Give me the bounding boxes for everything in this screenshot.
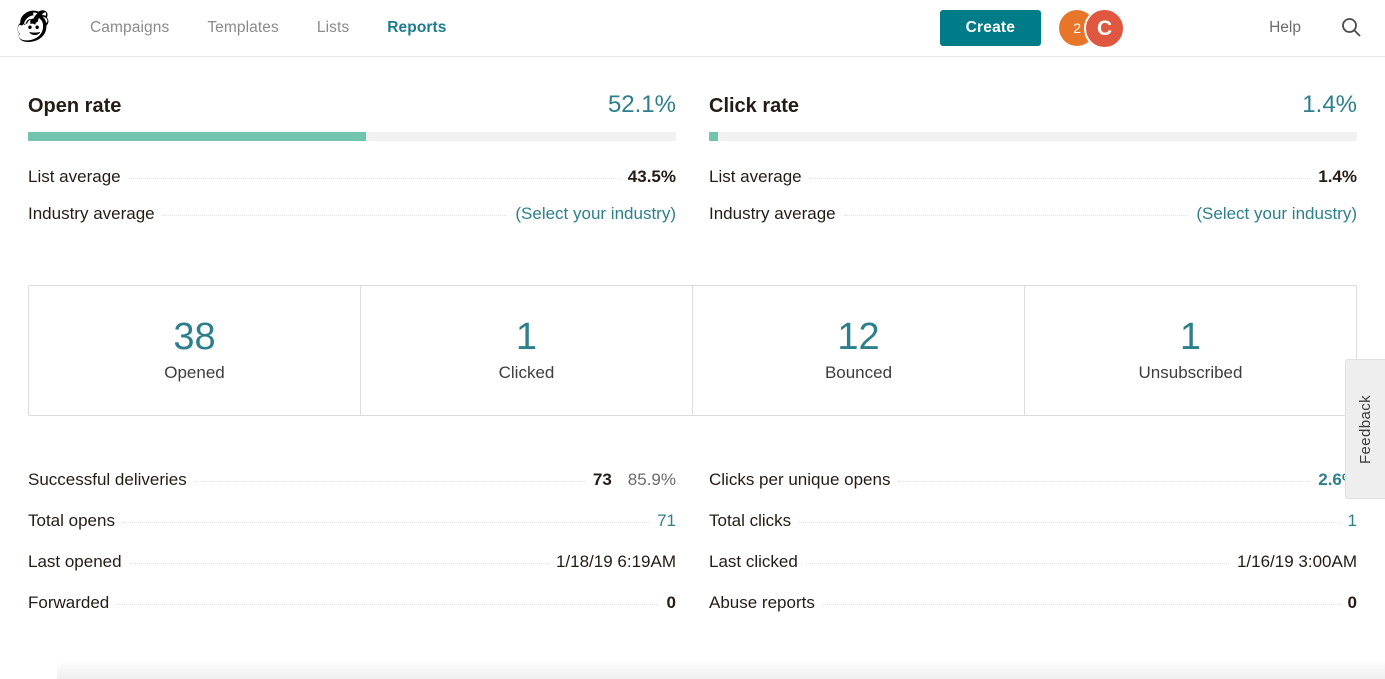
click-details-list: Clicks per unique opens 2.6% Total click…	[709, 460, 1357, 624]
footer-bar	[57, 662, 1385, 679]
stats-summary-row: 38 Opened 1 Clicked 12 Bounced 1 Unsubsc…	[28, 285, 1357, 416]
detail-value[interactable]: 71	[657, 511, 676, 531]
report-content: Open rate 52.1% List average 43.5% Indus…	[0, 91, 1385, 624]
header-actions: Create 2 C Help	[940, 8, 1385, 48]
detail-row-total-opens: Total opens 71	[28, 501, 676, 542]
details-section: Successful deliveries 73 85.9% Total ope…	[28, 460, 1357, 624]
top-navigation-bar: Campaigns Templates Lists Reports Create…	[0, 0, 1385, 57]
industry-average-label: Industry average	[709, 204, 836, 224]
open-details-list: Successful deliveries 73 85.9% Total ope…	[28, 460, 676, 624]
dot-leader	[823, 604, 1340, 605]
list-average-row: List average 43.5%	[28, 159, 676, 196]
feedback-tab[interactable]: Feedback	[1345, 359, 1385, 499]
nav-item-templates[interactable]: Templates	[207, 19, 279, 37]
industry-average-row: Industry average (Select your industry)	[28, 196, 676, 233]
detail-label: Total opens	[28, 511, 115, 531]
detail-label: Clicks per unique opens	[709, 470, 890, 490]
detail-row-last-clicked: Last clicked 1/16/19 3:00AM	[709, 542, 1357, 583]
open-rate-panel: Open rate 52.1% List average 43.5% Indus…	[28, 91, 676, 233]
dot-leader	[129, 178, 620, 179]
stat-label: Opened	[164, 363, 225, 383]
nav-item-campaigns[interactable]: Campaigns	[90, 19, 169, 37]
dot-leader	[117, 604, 658, 605]
list-average-value: 43.5%	[628, 167, 676, 187]
detail-value: 1/18/19 6:19AM	[556, 552, 676, 572]
click-rate-progress-track	[709, 132, 1357, 141]
detail-row-forwarded: Forwarded 0	[28, 583, 676, 624]
select-industry-link[interactable]: (Select your industry)	[1196, 204, 1357, 224]
industry-average-row: Industry average (Select your industry)	[709, 196, 1357, 233]
avatar[interactable]: C	[1084, 8, 1125, 49]
detail-row-abuse-reports: Abuse reports 0	[709, 583, 1357, 624]
create-button[interactable]: Create	[940, 10, 1041, 46]
dot-leader	[810, 178, 1311, 179]
open-rate-value: 52.1%	[608, 91, 676, 119]
detail-value: 0	[1348, 593, 1357, 613]
stat-label: Clicked	[499, 363, 555, 383]
detail-value: 73	[593, 470, 612, 490]
stat-value: 1	[1180, 318, 1201, 358]
stat-box-unsubscribed[interactable]: 1 Unsubscribed	[1025, 286, 1356, 415]
detail-value: 1/16/19 3:00AM	[1237, 552, 1357, 572]
click-rate-progress-fill	[709, 132, 718, 141]
main-nav: Campaigns Templates Lists Reports	[90, 19, 447, 37]
open-rate-progress-fill	[28, 132, 366, 141]
dot-leader	[195, 481, 585, 482]
click-rate-panel: Click rate 1.4% List average 1.4% Indust…	[709, 91, 1357, 233]
detail-value-percent: 85.9%	[628, 470, 676, 490]
nav-item-lists[interactable]: Lists	[317, 19, 349, 37]
dot-leader	[799, 522, 1339, 523]
detail-label: Abuse reports	[709, 593, 815, 613]
dot-leader	[898, 481, 1310, 482]
dot-leader	[130, 563, 548, 564]
detail-label: Total clicks	[709, 511, 791, 531]
open-rate-progress-track	[28, 132, 676, 141]
list-average-label: List average	[709, 167, 802, 187]
detail-value: 0	[667, 593, 676, 613]
list-average-row: List average 1.4%	[709, 159, 1357, 196]
click-rate-value: 1.4%	[1302, 91, 1357, 119]
industry-average-label: Industry average	[28, 204, 155, 224]
detail-label: Last opened	[28, 552, 122, 572]
nav-item-reports[interactable]: Reports	[387, 19, 446, 37]
detail-row-clicks-per-unique-opens: Clicks per unique opens 2.6%	[709, 460, 1357, 501]
search-icon	[1339, 15, 1363, 42]
list-average-label: List average	[28, 167, 121, 187]
stat-box-clicked[interactable]: 1 Clicked	[361, 286, 693, 415]
dot-leader	[806, 563, 1229, 564]
dot-leader	[163, 215, 508, 216]
detail-label: Last clicked	[709, 552, 798, 572]
click-rate-title: Click rate	[709, 95, 799, 118]
list-average-value: 1.4%	[1318, 167, 1357, 187]
stat-label: Unsubscribed	[1139, 363, 1243, 383]
select-industry-link[interactable]: (Select your industry)	[515, 204, 676, 224]
mailchimp-freddie-logo[interactable]	[10, 4, 60, 52]
detail-label: Successful deliveries	[28, 470, 187, 490]
open-rate-averages: List average 43.5% Industry average (Sel…	[28, 159, 676, 233]
rates-section: Open rate 52.1% List average 43.5% Indus…	[28, 91, 1357, 233]
stat-box-opened[interactable]: 38 Opened	[29, 286, 361, 415]
click-rate-header: Click rate 1.4%	[709, 91, 1357, 119]
stat-box-bounced[interactable]: 12 Bounced	[693, 286, 1025, 415]
stat-value: 12	[837, 318, 879, 358]
help-link[interactable]: Help	[1269, 19, 1301, 37]
detail-label: Forwarded	[28, 593, 109, 613]
detail-value[interactable]: 1	[1348, 511, 1357, 531]
dot-leader	[123, 522, 649, 523]
search-button[interactable]	[1339, 15, 1363, 42]
stat-label: Bounced	[825, 363, 892, 383]
open-rate-header: Open rate 52.1%	[28, 91, 676, 119]
dot-leader	[844, 215, 1189, 216]
click-rate-averages: List average 1.4% Industry average (Sele…	[709, 159, 1357, 233]
detail-row-last-opened: Last opened 1/18/19 6:19AM	[28, 542, 676, 583]
stat-value: 38	[173, 318, 215, 358]
account-cluster: 2 C	[1059, 8, 1129, 48]
stat-value: 1	[516, 318, 537, 358]
detail-row-total-clicks: Total clicks 1	[709, 501, 1357, 542]
feedback-tab-label: Feedback	[1357, 394, 1374, 463]
open-rate-title: Open rate	[28, 95, 121, 118]
detail-row-successful-deliveries: Successful deliveries 73 85.9%	[28, 460, 676, 501]
